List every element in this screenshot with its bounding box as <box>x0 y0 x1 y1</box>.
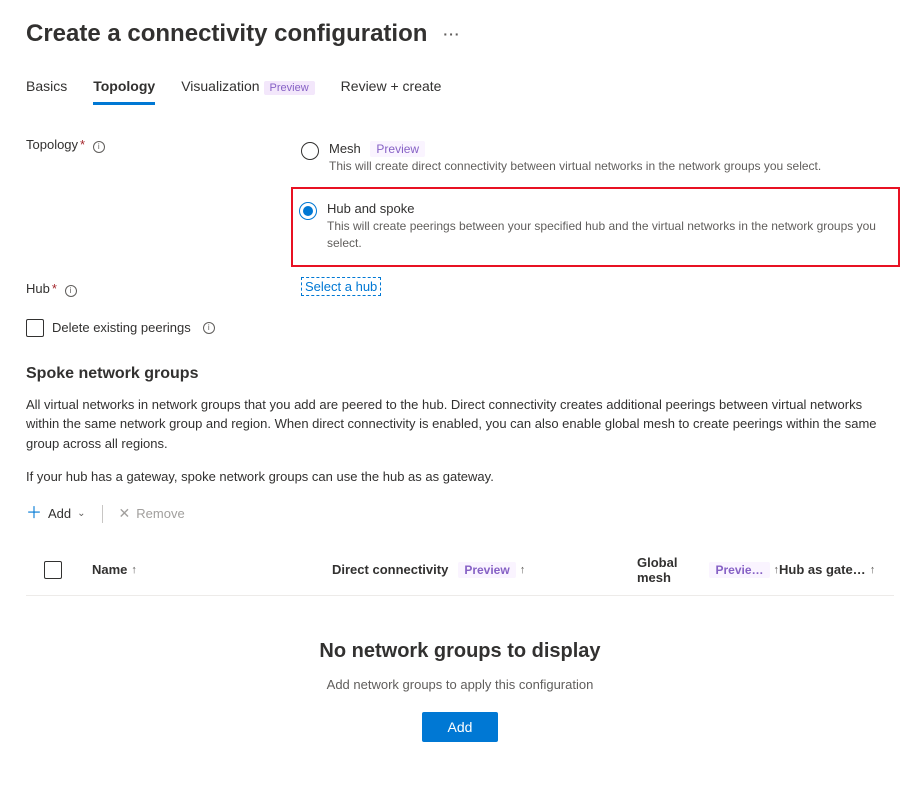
add-button[interactable]: ＋ Add ⌄ <box>26 506 86 522</box>
sort-arrow-icon: ↑ <box>520 564 526 576</box>
more-icon[interactable]: ··· <box>443 26 460 42</box>
tab-visualization[interactable]: VisualizationPreview <box>181 74 314 105</box>
tab-basics[interactable]: Basics <box>26 74 67 105</box>
separator <box>102 505 103 523</box>
empty-subtitle: Add network groups to apply this configu… <box>26 677 894 692</box>
chevron-down-icon: ⌄ <box>77 508 85 519</box>
table-toolbar: ＋ Add ⌄ ✕ Remove <box>26 505 894 523</box>
table-header: Name↑ Direct connectivity Preview ↑ Glob… <box>26 541 894 596</box>
select-all-checkbox[interactable] <box>44 561 62 579</box>
hub-label: Hub* i <box>26 279 301 297</box>
delete-peerings-checkbox[interactable] <box>26 319 44 337</box>
radio-hub-spoke[interactable]: Hub and spoke This will create peerings … <box>299 195 892 264</box>
selected-highlight: Hub and spoke This will create peerings … <box>291 187 900 268</box>
col-hub-gateway[interactable]: Hub as gate… ↑ <box>779 562 894 577</box>
preview-badge: Preview <box>370 141 425 157</box>
radio-hub-desc: This will create peerings between your s… <box>327 218 882 252</box>
topology-label: Topology* i <box>26 135 301 267</box>
remove-button[interactable]: ✕ Remove <box>119 505 185 522</box>
radio-mesh[interactable]: Mesh Preview This will create direct con… <box>301 135 894 187</box>
info-icon[interactable]: i <box>65 285 77 297</box>
col-direct[interactable]: Direct connectivity Preview ↑ <box>332 562 637 578</box>
empty-title: No network groups to display <box>26 640 894 663</box>
preview-badge: Preview <box>458 562 515 578</box>
spoke-desc-1: All virtual networks in network groups t… <box>26 395 894 454</box>
empty-state: No network groups to display Add network… <box>26 596 894 742</box>
info-icon[interactable]: i <box>203 322 215 334</box>
tab-topology[interactable]: Topology <box>93 74 155 105</box>
empty-add-button[interactable]: Add <box>422 712 499 742</box>
page-title: Create a connectivity configuration <box>26 20 427 48</box>
spoke-desc-2: If your hub has a gateway, spoke network… <box>26 467 894 487</box>
info-icon[interactable]: i <box>93 141 105 153</box>
tab-review-create[interactable]: Review + create <box>341 74 442 105</box>
select-hub-link[interactable]: Select a hub <box>301 277 381 296</box>
spoke-heading: Spoke network groups <box>26 365 894 383</box>
col-name[interactable]: Name↑ <box>92 562 332 577</box>
plus-icon: ＋ <box>26 506 42 522</box>
delete-peerings-label: Delete existing peerings <box>52 320 191 335</box>
radio-mesh-desc: This will create direct connectivity bet… <box>329 158 884 175</box>
radio-hub-label: Hub and spoke <box>327 201 414 216</box>
col-global[interactable]: Global mesh Previe… ↑ <box>637 555 779 585</box>
radio-mesh-label: Mesh <box>329 141 361 156</box>
tab-bar: Basics Topology VisualizationPreview Rev… <box>26 74 894 105</box>
preview-badge: Preview <box>264 81 315 95</box>
sort-arrow-icon: ↑ <box>870 564 876 576</box>
close-icon: ✕ <box>119 505 131 522</box>
preview-badge: Previe… <box>709 562 769 578</box>
sort-arrow-icon: ↑ <box>131 564 137 576</box>
